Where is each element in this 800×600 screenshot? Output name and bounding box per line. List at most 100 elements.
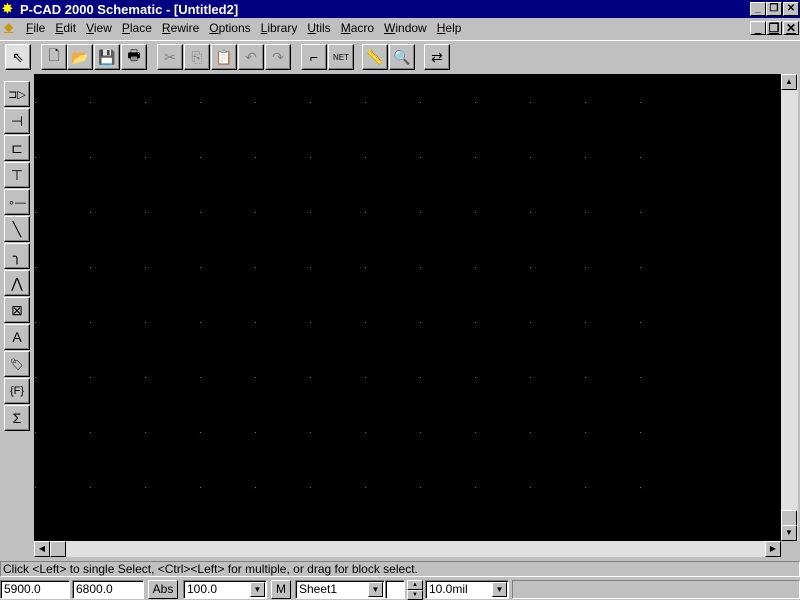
undo-button[interactable]: ↶	[238, 44, 264, 70]
scroll-right-icon[interactable]: ▶	[765, 541, 781, 557]
grid-dot	[365, 377, 366, 378]
measure-icon: 📏	[366, 48, 384, 65]
menu-library[interactable]: Library	[261, 21, 298, 35]
scroll-thumb-h[interactable]	[50, 541, 66, 557]
place-text-button[interactable]: A	[4, 324, 30, 350]
spin-down-icon[interactable]: ▼	[407, 590, 423, 600]
grid-dot	[35, 157, 36, 158]
grid-dot	[530, 157, 531, 158]
chevron-down-icon[interactable]: ▼	[250, 582, 265, 597]
grid-dot	[310, 212, 311, 213]
scroll-thumb[interactable]	[781, 510, 797, 526]
route-button[interactable]: ⌐	[301, 44, 327, 70]
place-wire-button[interactable]: ⊣	[4, 108, 30, 134]
place-pin-button[interactable]: ∘—	[4, 189, 30, 215]
minimize-button[interactable]: _	[750, 2, 766, 16]
place-line-icon: ╲	[12, 220, 22, 237]
restore-button[interactable]: ❐	[766, 2, 782, 16]
print-button[interactable]: 🖶	[121, 44, 147, 70]
menu-window[interactable]: Window	[384, 21, 427, 35]
grid-dot	[640, 102, 641, 103]
place-attribute-button[interactable]: 🏷	[4, 351, 30, 377]
zoom-button[interactable]: 🔍	[389, 44, 415, 70]
redo-button[interactable]: ↷	[265, 44, 291, 70]
doc-close-button[interactable]: ✕	[783, 21, 799, 35]
print-icon: 🖶	[127, 47, 141, 63]
layer-field[interactable]	[385, 580, 405, 599]
menu-file[interactable]: File	[26, 21, 45, 35]
open-button[interactable]: 📂	[67, 44, 93, 70]
place-part-button[interactable]: ⊐▷	[4, 81, 30, 107]
close-button[interactable]: ✕	[783, 2, 799, 16]
y-coordinate-field[interactable]: 6800.0	[72, 580, 144, 599]
grid-dot	[530, 432, 531, 433]
place-line-button[interactable]: ╲	[4, 216, 30, 242]
place-ieee-button[interactable]: Σ	[4, 405, 30, 431]
measure-button[interactable]: 📏	[362, 44, 388, 70]
grid-dot	[585, 157, 586, 158]
grid-dot	[145, 212, 146, 213]
place-port-button[interactable]: ⊤	[4, 162, 30, 188]
paste-button[interactable]: 📋	[211, 44, 237, 70]
place-arc-button[interactable]: ╮	[4, 243, 30, 269]
grid-dot	[420, 322, 421, 323]
menu-utils[interactable]: Utils	[307, 21, 330, 35]
grid-dot	[420, 432, 421, 433]
place-field-button[interactable]: {F}	[4, 378, 30, 404]
x-coordinate-field[interactable]: 5900.0	[0, 580, 70, 599]
toolbar: ⇖ 🗋 📂 💾 🖶 ✂ ⎘ 📋 ↶ ↷ ⌐ NET 📏 🔍 ⇄	[0, 40, 800, 72]
place-pin-icon: ∘—	[8, 196, 26, 209]
m-button[interactable]: M	[271, 580, 291, 599]
place-text-icon: A	[12, 329, 22, 345]
menu-rewire[interactable]: Rewire	[162, 21, 199, 35]
sheet-select[interactable]: Sheet1 ▼	[295, 580, 385, 599]
copy-button[interactable]: ⎘	[184, 44, 210, 70]
menu-macro[interactable]: Macro	[341, 21, 374, 35]
scroll-left-icon[interactable]: ◀	[34, 541, 50, 557]
grid-dot	[35, 322, 36, 323]
doc-restore-button[interactable]: ❐	[766, 21, 782, 35]
grid-dot	[35, 377, 36, 378]
abs-button[interactable]: Abs	[148, 580, 178, 599]
scroll-down-icon[interactable]: ▼	[781, 525, 797, 541]
scroll-up-icon[interactable]: ▲	[781, 74, 797, 90]
doc-minimize-button[interactable]: _	[750, 21, 766, 35]
grid-dot	[365, 267, 366, 268]
horizontal-scrollbar[interactable]: ◀ ▶	[34, 541, 781, 557]
grid-dot	[475, 432, 476, 433]
place-field-box-button[interactable]: ⊠	[4, 297, 30, 323]
menu-view[interactable]: View	[86, 21, 112, 35]
status-panel	[512, 580, 800, 599]
spin-up-icon[interactable]: ▲	[407, 580, 423, 590]
swap-button[interactable]: ⇄	[424, 44, 450, 70]
grid-dot	[200, 432, 201, 433]
vertical-scrollbar[interactable]: ▲ ▼	[781, 74, 798, 541]
save-button[interactable]: 💾	[94, 44, 120, 70]
place-field-icon: {F}	[9, 385, 25, 397]
grid-dot	[585, 212, 586, 213]
place-bus-button[interactable]: ⊏	[4, 135, 30, 161]
zoom-select[interactable]: 100.0 ▼	[183, 580, 267, 599]
grid-dot	[310, 377, 311, 378]
grid-dot	[200, 377, 201, 378]
select-button[interactable]: ⇖	[5, 44, 31, 70]
grid-dot	[90, 377, 91, 378]
new-button[interactable]: 🗋	[41, 44, 67, 70]
place-polygon-button[interactable]: ⋀	[4, 270, 30, 296]
menu-edit[interactable]: Edit	[55, 21, 76, 35]
grid-select[interactable]: 10.0mil ▼	[425, 580, 509, 599]
schematic-canvas[interactable]	[34, 74, 781, 541]
cut-button[interactable]: ✂	[157, 44, 183, 70]
grid-dot	[255, 432, 256, 433]
grid-dot	[420, 267, 421, 268]
chevron-down-icon[interactable]: ▼	[368, 582, 383, 597]
grid-dot	[530, 102, 531, 103]
menu-help[interactable]: Help	[437, 21, 462, 35]
grid-dot	[420, 377, 421, 378]
copy-icon: ⎘	[191, 48, 203, 65]
menu-place[interactable]: Place	[122, 21, 152, 35]
menu-options[interactable]: Options	[209, 21, 250, 35]
grid-dot	[475, 267, 476, 268]
chevron-down-icon[interactable]: ▼	[492, 582, 507, 597]
net-rename-button[interactable]: NET	[328, 44, 354, 70]
